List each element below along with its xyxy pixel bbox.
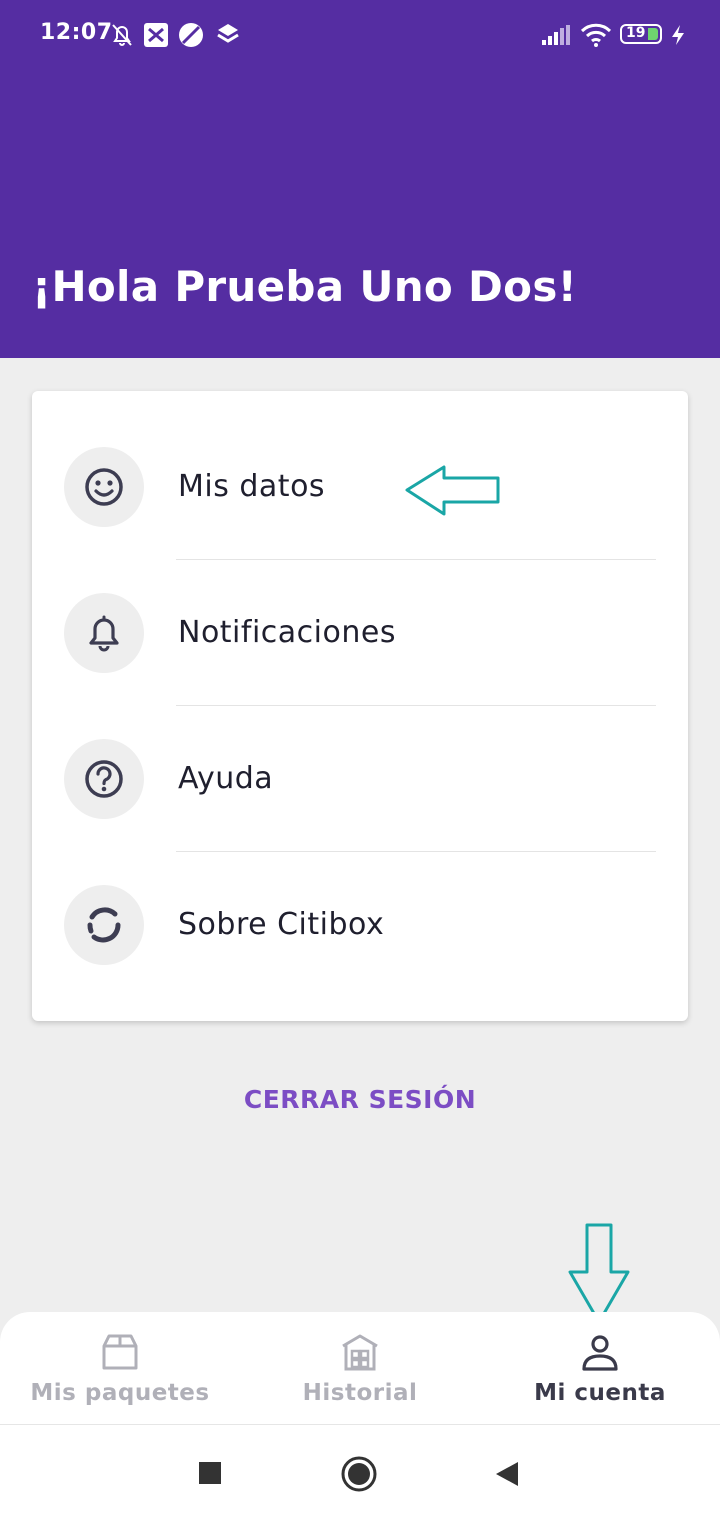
menu-item-mis-datos[interactable]: Mis datos	[32, 391, 688, 537]
citibox-logo-icon	[87, 907, 121, 943]
nav-label: Mi cuenta	[534, 1380, 666, 1406]
nav-item-mis-paquetes[interactable]: Mis paquetes	[0, 1312, 240, 1424]
menu-icon-circle	[64, 593, 144, 673]
question-icon	[85, 760, 123, 798]
nav-label: Historial	[302, 1380, 418, 1406]
smiley-icon	[85, 468, 123, 506]
annotation-arrow-down-icon	[568, 1223, 630, 1324]
nav-label: Mis paquetes	[30, 1380, 210, 1406]
nav-item-mi-cuenta[interactable]: Mi cuenta	[480, 1312, 720, 1424]
home-circle-icon[interactable]	[340, 1455, 378, 1493]
layers-icon	[217, 24, 239, 43]
blocked-app-icon	[179, 23, 203, 47]
user-icon	[582, 1335, 618, 1371]
account-menu-card: Mis datos Notificaciones Ayuda Sobre Cit…	[32, 391, 688, 1021]
menu-icon-circle	[64, 447, 144, 527]
menu-label: Mis datos	[178, 469, 326, 504]
header: 12:07 19 ¡Hola Prueba Uno Dos!	[0, 0, 720, 358]
menu-label: Ayuda	[178, 761, 274, 796]
menu-item-notificaciones[interactable]: Notificaciones	[32, 537, 688, 683]
menu-icon-circle	[64, 885, 144, 965]
battery-icon: 19	[620, 24, 662, 44]
signal-icon	[542, 25, 570, 45]
back-triangle-icon[interactable]	[494, 1460, 520, 1488]
logout-button[interactable]: CERRAR SESIÓN	[0, 1085, 720, 1114]
menu-label: Sobre Citibox	[178, 907, 385, 942]
package-icon	[102, 1334, 138, 1370]
charging-icon	[672, 25, 684, 45]
warehouse-icon	[342, 1334, 378, 1371]
menu-item-sobre-citibox[interactable]: Sobre Citibox	[32, 829, 688, 975]
menu-icon-circle	[64, 739, 144, 819]
wifi-icon	[580, 23, 612, 47]
menu-label: Notificaciones	[178, 615, 396, 650]
nav-item-historial[interactable]: Historial	[240, 1312, 480, 1424]
bottom-nav: Mis paquetes Historial Mi cuenta	[0, 1312, 720, 1424]
menu-item-ayuda[interactable]: Ayuda	[32, 683, 688, 829]
muted-bell-icon	[112, 24, 132, 46]
bell-icon	[89, 615, 119, 652]
app-notification-icon	[144, 23, 168, 47]
status-time: 12:07	[40, 20, 113, 45]
greeting-title: ¡Hola Prueba Uno Dos!	[32, 262, 578, 311]
battery-level: 19	[626, 25, 646, 41]
recents-square-icon[interactable]	[198, 1461, 222, 1485]
system-nav-bar	[0, 1424, 720, 1521]
annotation-arrow-left-icon	[405, 465, 500, 516]
status-bar: 12:07 19	[0, 0, 720, 70]
